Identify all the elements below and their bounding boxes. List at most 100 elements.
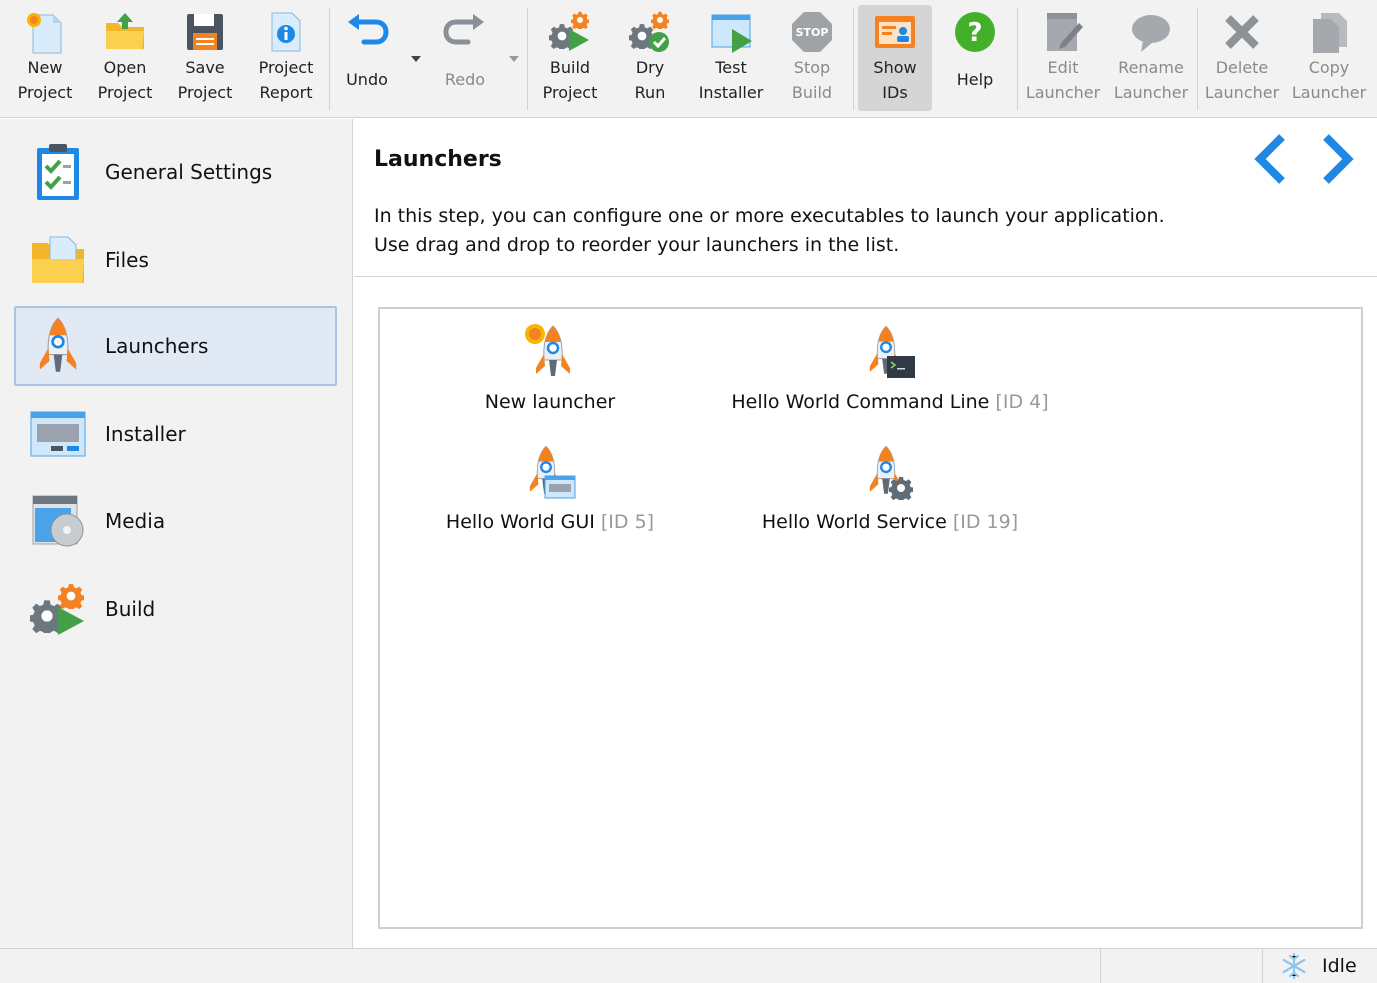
launcher-name: New launcher: [484, 391, 616, 413]
previous-step-button[interactable]: [1244, 131, 1296, 187]
launcher-item-new[interactable]: New launcher: [460, 321, 640, 413]
toolbar-separator: [527, 8, 528, 110]
toolbar-separator: [853, 8, 854, 110]
project-report-label: Project Report: [258, 58, 314, 102]
undo-button[interactable]: Undo: [334, 5, 400, 111]
delete-x-icon: [1219, 9, 1265, 55]
toolbar-separator: [1017, 8, 1018, 110]
project-report-button[interactable]: Project Report: [246, 5, 326, 111]
test-installer-icon: [708, 9, 754, 55]
sidebar-item-label: Build: [105, 597, 156, 621]
sidebar-item-media[interactable]: Media: [14, 481, 337, 561]
status-separator: [1100, 949, 1101, 983]
status-bar: Idle: [0, 948, 1377, 983]
stop-build-label: Stop Build: [791, 58, 833, 102]
copy-launcher-button[interactable]: Copy Launcher: [1288, 5, 1370, 111]
main-panel: Launchers In this step, you can configur…: [354, 119, 1377, 948]
sidebar-item-build[interactable]: Build: [14, 569, 337, 649]
toolbar-separator: [1197, 8, 1198, 110]
undo-label: Undo: [346, 70, 388, 89]
redo-dropdown-icon[interactable]: [507, 52, 521, 66]
undo-dropdown-icon[interactable]: [409, 52, 423, 66]
help-button[interactable]: ? Help: [938, 5, 1012, 111]
open-project-label: Open Project: [97, 58, 153, 102]
edit-launcher-button[interactable]: Edit Launcher: [1022, 5, 1104, 111]
launcher-id: [ID 4]: [995, 391, 1049, 413]
svg-text:STOP: STOP: [796, 26, 829, 39]
rename-launcher-button[interactable]: Rename Launcher: [1108, 5, 1194, 111]
svg-text:?: ?: [967, 18, 982, 48]
toolbar: New Project Open Project Save Project Pr…: [0, 0, 1377, 118]
chevron-right-icon: [1323, 134, 1354, 184]
dry-run-label: Dry Run: [634, 58, 666, 102]
status-separator: [1262, 949, 1263, 983]
sidebar-item-label: Installer: [105, 422, 186, 446]
sidebar-item-files[interactable]: Files: [14, 220, 337, 300]
command-line-rocket-icon: [862, 321, 918, 383]
launcher-item[interactable]: Hello World Command Line [ID 4]: [710, 321, 1070, 413]
delete-launcher-button[interactable]: Delete Launcher: [1202, 5, 1282, 111]
page-title: Launchers: [374, 147, 502, 172]
rename-speech-bubble-icon: [1128, 9, 1174, 55]
test-installer-button[interactable]: Test Installer: [692, 5, 770, 111]
next-step-button[interactable]: [1312, 131, 1364, 187]
sidebar-item-general-settings[interactable]: General Settings: [14, 132, 337, 212]
open-project-button[interactable]: Open Project: [86, 5, 164, 111]
sidebar-item-label: Media: [105, 509, 166, 533]
launcher-name: Hello World Command Line: [731, 391, 990, 413]
status-text: Idle: [1322, 955, 1357, 977]
launcher-label: New launcher: [485, 391, 615, 413]
new-project-label: New Project: [17, 58, 73, 102]
build-gears-icon: [547, 9, 593, 55]
redo-arrow-icon: [442, 9, 488, 55]
help-question-icon: ?: [952, 9, 998, 55]
chevron-left-icon: [1254, 134, 1285, 184]
new-document-icon: [22, 9, 68, 55]
sidebar-item-label: Files: [105, 248, 149, 272]
service-rocket-icon: [862, 441, 918, 503]
save-project-button[interactable]: Save Project: [166, 5, 244, 111]
rename-launcher-label: Rename Launcher: [1113, 58, 1189, 102]
redo-button[interactable]: Redo: [430, 5, 500, 111]
page-description: In this step, you can configure one or m…: [374, 205, 1165, 256]
installer-window-icon: [26, 402, 90, 466]
help-label: Help: [956, 70, 994, 89]
info-document-icon: [263, 9, 309, 55]
new-project-button[interactable]: New Project: [6, 5, 84, 111]
dry-run-gears-icon: [627, 9, 673, 55]
floppy-disk-icon: [182, 9, 228, 55]
build-gears-icon: [26, 577, 90, 641]
launcher-list[interactable]: New launcher Hello World Command Line [I…: [378, 307, 1363, 929]
undo-arrow-icon: [344, 9, 390, 55]
dry-run-button[interactable]: Dry Run: [612, 5, 688, 111]
new-launcher-rocket-icon: [522, 321, 578, 383]
edit-notepad-icon: [1040, 9, 1086, 55]
snowflake-icon: [1282, 952, 1306, 980]
launcher-item[interactable]: Hello World GUI [ID 5]: [440, 441, 660, 533]
stop-build-button[interactable]: STOP Stop Build: [774, 5, 850, 111]
sidebar-item-launchers[interactable]: Launchers: [14, 306, 337, 386]
sidebar-item-label: Launchers: [105, 334, 209, 358]
clipboard-check-icon: [26, 140, 90, 204]
main-header: Launchers In this step, you can configur…: [354, 119, 1377, 277]
media-disc-icon: [26, 489, 90, 553]
build-project-button[interactable]: Build Project: [532, 5, 608, 111]
launcher-name: Hello World Service: [761, 511, 947, 533]
gui-rocket-icon: [522, 441, 578, 503]
sidebar-item-label: General Settings: [105, 160, 273, 184]
rocket-icon: [26, 314, 90, 378]
sidebar-item-installer[interactable]: Installer: [14, 394, 337, 474]
save-project-label: Save Project: [177, 58, 233, 102]
launcher-name: Hello World GUI: [445, 511, 595, 533]
launcher-label: Hello World GUI [ID 5]: [446, 511, 654, 533]
launcher-id: [ID 5]: [600, 511, 655, 533]
copy-launcher-label: Copy Launcher: [1291, 58, 1367, 102]
delete-launcher-label: Delete Launcher: [1204, 58, 1280, 102]
launcher-item[interactable]: Hello World Service [ID 19]: [740, 441, 1040, 533]
launcher-label: Hello World Command Line [ID 4]: [731, 391, 1048, 413]
toolbar-separator: [329, 8, 330, 110]
show-ids-label: Show IDs: [873, 58, 917, 102]
test-installer-label: Test Installer: [698, 58, 764, 102]
show-ids-button[interactable]: Show IDs: [858, 5, 932, 111]
copy-documents-icon: [1306, 9, 1352, 55]
